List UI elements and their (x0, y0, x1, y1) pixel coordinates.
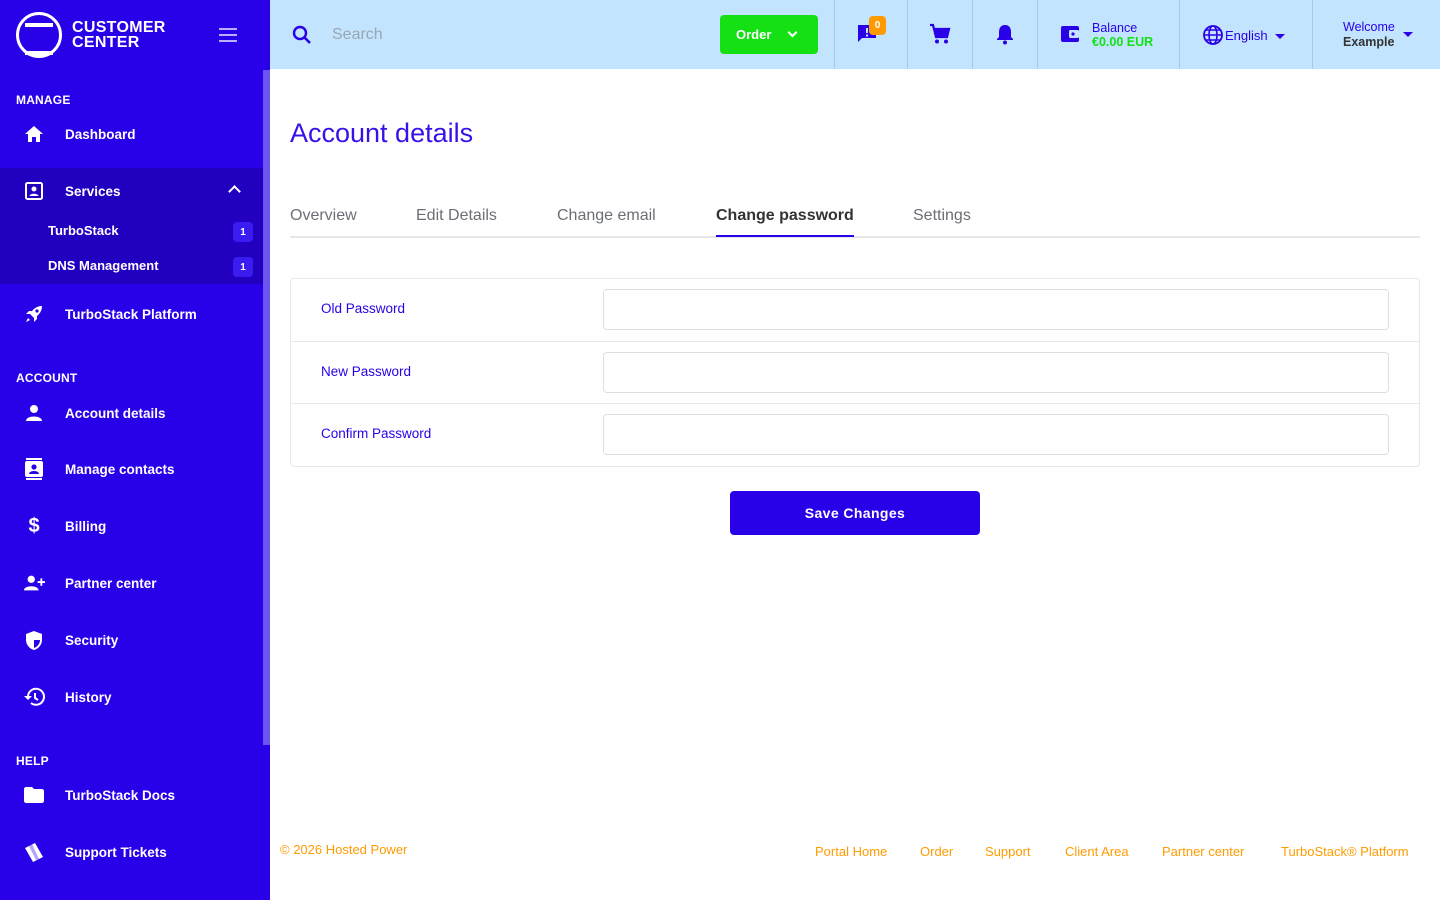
sidebar-item-label: Billing (65, 518, 107, 534)
sidebar-item-services[interactable]: Services (0, 169, 263, 213)
sidebar-item-label: Support Tickets (65, 844, 167, 860)
divider (907, 0, 908, 69)
logo[interactable]: CUSTOMER CENTER (16, 12, 166, 58)
save-changes-button[interactable]: Save Changes (730, 491, 980, 535)
sidebar-item-label: Dashboard (65, 126, 136, 142)
footer-link-client-area[interactable]: Client Area (1065, 844, 1129, 859)
shield-icon (23, 629, 45, 651)
sidebar-subitem-turbostack[interactable]: TurboStack (48, 223, 119, 238)
confirm-password-field[interactable] (603, 414, 1389, 455)
logo-text: CUSTOMER CENTER (72, 19, 166, 51)
count-badge: 1 (233, 257, 253, 277)
menu-toggle-icon[interactable] (219, 28, 237, 42)
contacts-icon (23, 458, 45, 480)
sidebar-item-label: TurboStack Docs (65, 787, 176, 803)
section-manage: MANAGE (16, 93, 71, 107)
tab-bar: Overview Edit Details Change email Chang… (290, 205, 1420, 238)
form-row-confirm-password: Confirm Password (291, 403, 1419, 465)
globe-icon (1203, 25, 1223, 45)
chevron-down-icon (787, 27, 798, 38)
sidebar-subitem-dns-management[interactable]: DNS Management (48, 258, 159, 273)
divider (1312, 0, 1313, 69)
sidebar-item-history[interactable]: History (0, 675, 263, 719)
chat-count-badge: 0 (869, 16, 886, 35)
welcome-label[interactable]: Welcome (1343, 20, 1395, 34)
form-row-new-password: New Password (291, 341, 1419, 403)
divider (972, 0, 973, 69)
order-label: Order (736, 27, 772, 42)
sidebar-item-support-tickets[interactable]: Support Tickets (0, 830, 263, 874)
footer-copyright: © 2026 Hosted Power (280, 842, 408, 857)
caret-down-icon[interactable] (1403, 32, 1413, 37)
services-icon (23, 180, 45, 202)
new-password-label: New Password (321, 364, 412, 379)
sidebar-item-label: Manage contacts (65, 461, 175, 477)
sidebar-item-turbostack-platform[interactable]: TurboStack Platform (0, 292, 263, 336)
sidebar-item-label: History (65, 689, 112, 705)
sidebar-item-turbostack-docs[interactable]: TurboStack Docs (0, 773, 263, 817)
cart-icon[interactable] (929, 23, 951, 50)
old-password-label: Old Password (321, 301, 406, 316)
form-row-old-password: Old Password (291, 279, 1419, 341)
hosted-power-logo-icon (16, 12, 62, 58)
sidebar-scrollbar[interactable] (263, 70, 270, 745)
tab-settings[interactable]: Settings (913, 207, 971, 235)
section-account: ACCOUNT (16, 371, 78, 385)
footer-link-portal-home[interactable]: Portal Home (815, 844, 887, 859)
home-icon (23, 123, 45, 145)
logo-line-1: CUSTOMER (72, 19, 166, 36)
sidebar: CUSTOMER CENTER MANAGE Dashboard Service… (0, 0, 270, 900)
tab-overview[interactable]: Overview (290, 207, 357, 235)
sidebar-item-account-details[interactable]: Account details (0, 391, 263, 435)
wallet-icon (1059, 23, 1081, 50)
divider (1179, 0, 1180, 69)
divider (834, 0, 835, 69)
dollar-icon: $ (28, 514, 40, 537)
language-selector[interactable]: English (1202, 24, 1285, 46)
person-add-icon (23, 572, 45, 594)
confirm-password-label: Confirm Password (321, 426, 432, 441)
ticket-icon (23, 841, 45, 863)
sidebar-item-partner-center[interactable]: Partner center (0, 561, 263, 605)
divider (1037, 0, 1038, 69)
caret-down-icon (1274, 34, 1285, 39)
logo-line-2: CENTER (72, 34, 140, 51)
sidebar-item-dashboard[interactable]: Dashboard (0, 112, 263, 156)
sidebar-item-label: Account details (65, 405, 166, 421)
balance-label: Balance (1092, 21, 1138, 35)
tab-change-password[interactable]: Change password (716, 207, 854, 237)
count-badge: 1 (233, 222, 253, 242)
sidebar-item-security[interactable]: Security (0, 618, 263, 662)
rocket-icon (23, 303, 45, 325)
section-help: HELP (16, 754, 49, 768)
old-password-field[interactable] (603, 289, 1389, 330)
bell-icon[interactable] (995, 23, 1015, 50)
user-name[interactable]: Example (1343, 35, 1394, 49)
search-input[interactable] (332, 20, 692, 50)
search-icon[interactable] (292, 25, 312, 50)
page-title: Account details (290, 118, 474, 148)
person-icon (23, 402, 45, 424)
new-password-field[interactable] (603, 352, 1389, 393)
sidebar-item-label: Services (65, 183, 121, 199)
sidebar-item-manage-contacts[interactable]: Manage contacts (0, 447, 263, 491)
footer-link-partner-center[interactable]: Partner center (1162, 844, 1244, 859)
folder-icon (23, 784, 45, 806)
order-button[interactable]: Order (720, 15, 818, 54)
footer-link-order[interactable]: Order (920, 844, 953, 859)
sidebar-item-label: Partner center (65, 575, 157, 591)
tab-change-email[interactable]: Change email (557, 207, 656, 235)
top-bar: Order 0 Balance €0.00 EUR English Welcom… (270, 0, 1440, 69)
sidebar-item-billing[interactable]: $ Billing (0, 504, 263, 548)
language-label: English (1225, 27, 1268, 43)
history-icon (23, 686, 45, 708)
tab-edit-details[interactable]: Edit Details (416, 207, 497, 235)
password-form: Old Password New Password Confirm Passwo… (290, 278, 1420, 467)
sidebar-item-label: TurboStack Platform (65, 306, 197, 322)
sidebar-item-label: Security (65, 632, 119, 648)
balance-value: €0.00 EUR (1092, 35, 1154, 49)
footer-link-support[interactable]: Support (985, 844, 1031, 859)
footer-link-turbostack-platform[interactable]: TurboStack® Platform (1281, 844, 1409, 859)
